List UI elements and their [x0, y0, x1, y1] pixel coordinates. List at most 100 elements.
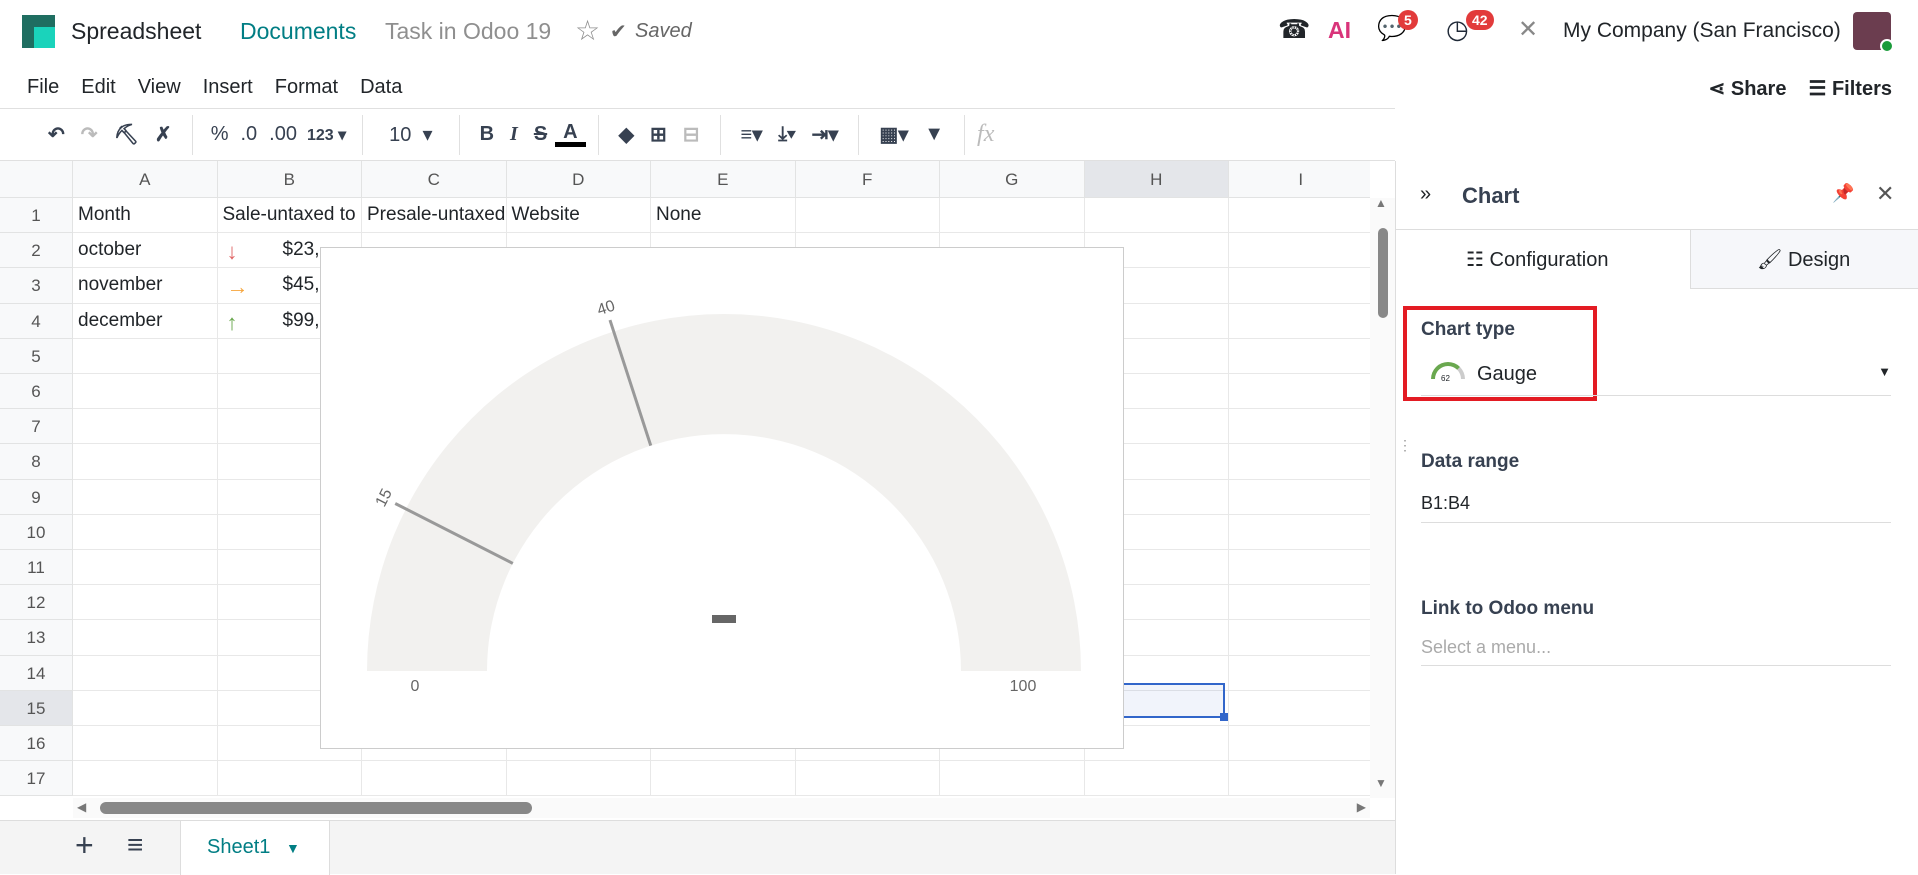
bold-icon[interactable]: B: [472, 123, 502, 146]
tab-design[interactable]: 🖌 Design: [1690, 230, 1918, 289]
cell-I10[interactable]: [1229, 515, 1370, 550]
undo-icon[interactable]: ↶: [40, 122, 73, 147]
cell-I9[interactable]: [1229, 480, 1370, 515]
row-header-17[interactable]: 17: [0, 761, 73, 797]
cell-H1[interactable]: [1084, 198, 1229, 234]
column-header-H[interactable]: H: [1084, 161, 1229, 198]
close-icon[interactable]: ✕: [1876, 181, 1894, 207]
horizontal-scrollbar[interactable]: ◀ ▶: [73, 798, 1370, 818]
gauge-chart[interactable]: 15 40 0 100: [320, 247, 1124, 749]
cell-A11[interactable]: [73, 550, 218, 586]
phone-icon[interactable]: ☎: [1278, 14, 1310, 45]
cell-E17[interactable]: [651, 761, 796, 797]
share-button[interactable]: ⋖ Share: [1709, 76, 1787, 101]
horizontal-scroll-thumb[interactable]: [100, 802, 532, 814]
cell-A10[interactable]: [73, 514, 218, 550]
company-switcher[interactable]: My Company (San Francisco): [1563, 19, 1841, 43]
filters-button[interactable]: ☰ Filters: [1808, 76, 1892, 101]
cell-A2[interactable]: october: [73, 233, 218, 269]
cell-I13[interactable]: [1229, 620, 1370, 656]
row-header-12[interactable]: 12: [0, 585, 73, 621]
cell-A5[interactable]: [73, 338, 218, 374]
cell-I11[interactable]: [1229, 550, 1370, 586]
cell-I5[interactable]: [1229, 339, 1370, 374]
cell-B1[interactable]: Sale-untaxed to: [217, 198, 362, 234]
row-header-10[interactable]: 10: [0, 514, 73, 550]
autofill-handle[interactable]: [1220, 713, 1228, 721]
cell-B17[interactable]: [217, 761, 362, 797]
row-header-2[interactable]: 2: [0, 233, 73, 269]
cell-A7[interactable]: [73, 409, 218, 445]
cell-A9[interactable]: [73, 479, 218, 515]
cell-A3[interactable]: november: [73, 268, 218, 304]
user-avatar[interactable]: [1853, 12, 1894, 53]
cell-I1[interactable]: [1229, 198, 1370, 234]
scroll-left-icon[interactable]: ◀: [77, 800, 86, 814]
clear-format-icon[interactable]: ✗: [147, 122, 180, 147]
cell-A15[interactable]: [73, 690, 218, 726]
scroll-down-icon[interactable]: ▼: [1375, 776, 1387, 790]
resize-handle-icon[interactable]: ⋮: [1398, 438, 1412, 452]
column-header-F[interactable]: F: [795, 161, 940, 198]
column-header-E[interactable]: E: [651, 161, 796, 198]
row-header-14[interactable]: 14: [0, 655, 73, 691]
column-header-D[interactable]: D: [506, 161, 651, 198]
row-header-13[interactable]: 13: [0, 620, 73, 656]
row-header-4[interactable]: 4: [0, 303, 73, 339]
row-header-7[interactable]: 7: [0, 409, 73, 445]
breadcrumb-documents[interactable]: Documents: [240, 18, 356, 45]
fill-color-icon[interactable]: ◆: [611, 122, 642, 147]
cell-A16[interactable]: [73, 726, 218, 762]
cell-A4[interactable]: december: [73, 303, 218, 339]
cell-I14[interactable]: [1229, 656, 1370, 691]
sheet-menu-caret-icon[interactable]: ▼: [286, 840, 300, 856]
text-color-icon[interactable]: A: [555, 122, 586, 147]
filter-icon[interactable]: ▼: [916, 123, 952, 146]
tab-configuration[interactable]: ☷ Configuration: [1396, 230, 1690, 289]
scroll-up-icon[interactable]: ▲: [1375, 196, 1387, 210]
row-header-15[interactable]: 15: [0, 690, 73, 726]
vertical-scroll-thumb[interactable]: [1378, 228, 1388, 318]
link-menu-input[interactable]: Select a menu...: [1421, 637, 1891, 666]
spreadsheet-logo-icon[interactable]: [22, 15, 55, 48]
sheet-tab-sheet1[interactable]: Sheet1 ▼: [180, 821, 330, 875]
add-sheet-icon[interactable]: +: [75, 827, 94, 864]
column-header-B[interactable]: B: [217, 161, 362, 198]
cell-I15[interactable]: [1229, 691, 1370, 726]
favorite-star-icon[interactable]: ☆: [575, 14, 600, 47]
decrease-decimals-button[interactable]: .0: [234, 123, 263, 146]
cell-I17[interactable]: [1229, 761, 1370, 797]
cell-A13[interactable]: [73, 620, 218, 656]
increase-decimals-button[interactable]: .00: [263, 123, 303, 146]
paint-format-icon[interactable]: ⛏: [106, 122, 147, 147]
scroll-right-icon[interactable]: ▶: [1357, 800, 1366, 814]
cell-I16[interactable]: [1229, 726, 1370, 762]
menu-insert[interactable]: Insert: [203, 76, 253, 99]
row-header-5[interactable]: 5: [0, 338, 73, 374]
cell-D1[interactable]: Website: [506, 198, 651, 234]
menu-view[interactable]: View: [138, 76, 181, 99]
cell-F17[interactable]: [795, 761, 940, 797]
ai-icon[interactable]: AI: [1328, 17, 1351, 44]
row-header-9[interactable]: 9: [0, 479, 73, 515]
format-percent-button[interactable]: %: [205, 123, 235, 146]
chart-type-select[interactable]: 62 Gauge ▼: [1421, 354, 1891, 396]
pin-icon[interactable]: 📌: [1832, 183, 1854, 204]
column-header-I[interactable]: I: [1229, 161, 1370, 198]
redo-icon[interactable]: ↷: [73, 122, 106, 147]
column-header-G[interactable]: G: [940, 161, 1085, 198]
cell-D17[interactable]: [506, 761, 651, 797]
strikethrough-icon[interactable]: S: [526, 123, 555, 146]
menu-edit[interactable]: Edit: [81, 76, 115, 99]
document-title[interactable]: Task in Odoo 19: [385, 18, 551, 45]
cell-G17[interactable]: [940, 761, 1085, 797]
vertical-scrollbar[interactable]: ▲ ▼: [1370, 196, 1395, 798]
cell-A8[interactable]: [73, 444, 218, 480]
conditional-format-icon[interactable]: ▦▾: [871, 122, 916, 147]
row-header-6[interactable]: 6: [0, 374, 73, 410]
select-all-corner[interactable]: [0, 161, 73, 198]
column-header-C[interactable]: C: [362, 161, 507, 198]
cell-A6[interactable]: [73, 374, 218, 410]
data-range-input[interactable]: B1:B4: [1421, 493, 1891, 523]
debug-tools-icon[interactable]: ✕: [1518, 15, 1538, 44]
